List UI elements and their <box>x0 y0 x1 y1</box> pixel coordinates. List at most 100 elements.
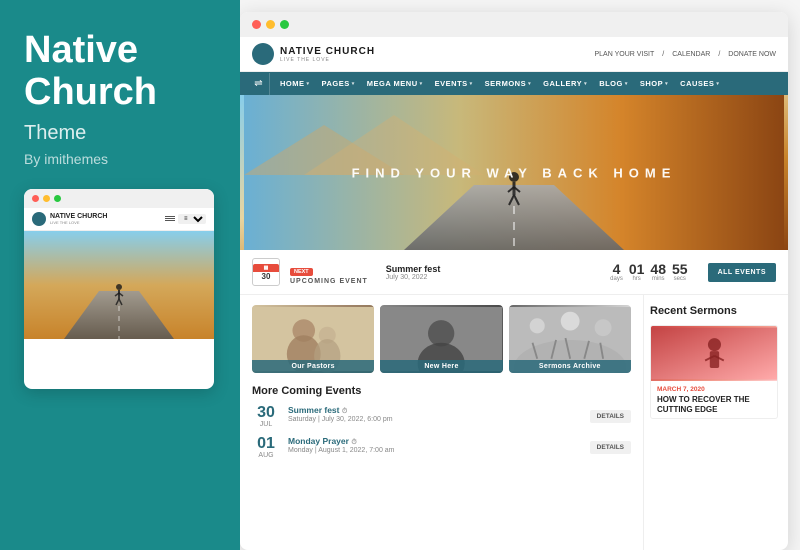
desktop-logo-text: NATIVE CHURCH <box>280 46 375 57</box>
hrs-num: 01 <box>629 262 645 276</box>
sermon-title: HOW TO RECOVER THE CUTTING EDGE <box>657 395 771 414</box>
sermon-image <box>651 326 777 381</box>
all-events-button[interactable]: ALL EVENTS <box>708 263 776 282</box>
mobile-preview: NATIVE CHURCH LIVE THE LOVE ≡ O D I G Y … <box>24 189 214 389</box>
menu-pages[interactable]: PAGES ▾ <box>316 72 361 95</box>
donate-link[interactable]: DONATE NOW <box>728 51 776 58</box>
menu-blog[interactable]: BLOG ▾ <box>593 72 634 95</box>
count-days: 4 days <box>610 262 623 282</box>
mobile-select[interactable]: ≡ <box>178 214 206 224</box>
mobile-logo-icon <box>32 212 46 226</box>
event-day-2: 01 <box>257 436 275 452</box>
desktop-dots <box>240 12 788 37</box>
desktop-logo-icon <box>252 43 274 65</box>
right-panel: NATIVE CHURCH LIVE THE LOVE PLAN YOUR VI… <box>240 0 800 550</box>
secs-num: 55 <box>672 262 688 276</box>
new-here-label: New Here <box>380 360 502 373</box>
menu-home[interactable]: HOME ▾ <box>274 72 316 95</box>
event-datetime-1: Saturday | July 30, 2022, 6:00 pm <box>288 416 582 423</box>
mobile-hero: O D I G Y O U R W A Y B A C K H <box>24 231 214 339</box>
calendar-icon: ▦ 30 <box>252 258 280 286</box>
mobile-logo: NATIVE CHURCH LIVE THE LOVE <box>32 212 107 226</box>
event-info-1: Summer fest ⏱ Saturday | July 30, 2022, … <box>288 405 582 423</box>
desktop-menu: ⇌ HOME ▾ PAGES ▾ MEGA MENU ▾ EVENTS ▾ SE… <box>240 72 788 95</box>
event-item-1: 30 JUL Summer fest ⏱ Saturday | July 30,… <box>252 405 631 428</box>
theme-title: Native Church Theme By imithemes <box>24 30 216 167</box>
menu-events[interactable]: EVENTS ▾ <box>429 72 479 95</box>
dot-green-desktop <box>280 20 289 29</box>
dot-yellow-desktop <box>266 20 275 29</box>
countdown: 4 days 01 hrs 48 mins 55 secs <box>610 262 687 282</box>
share-icon[interactable]: ⇌ <box>248 73 270 95</box>
title-line2: Church <box>24 71 157 113</box>
separator2: / <box>718 51 720 58</box>
menu-shop[interactable]: SHOP ▾ <box>634 72 674 95</box>
event-name: Summer fest <box>386 264 441 274</box>
details-btn-1[interactable]: DETAILS <box>590 410 631 423</box>
event-title-2[interactable]: Monday Prayer ⏱ <box>288 436 582 447</box>
mins-num: 48 <box>650 262 666 276</box>
sermons-archive-card[interactable]: Sermons Archive <box>509 305 631 373</box>
event-info-2: Monday Prayer ⏱ Monday | August 1, 2022,… <box>288 436 582 454</box>
cal-top: ▦ <box>253 264 279 272</box>
menu-causes[interactable]: CAUSES ▾ <box>674 72 725 95</box>
theme-subtitle: Theme <box>24 122 216 145</box>
dot-red-desktop <box>252 20 261 29</box>
sermons-archive-label: Sermons Archive <box>509 360 631 373</box>
new-here-card[interactable]: New Here <box>380 305 502 373</box>
mobile-nav: NATIVE CHURCH LIVE THE LOVE ≡ <box>24 208 214 231</box>
sermon-date: MARCH 7, 2020 <box>657 386 771 393</box>
menu-sermons[interactable]: SERMONS ▾ <box>479 72 537 95</box>
more-events-title: More Coming Events <box>252 385 631 397</box>
event-details: Summer fest July 30, 2022 <box>386 264 441 281</box>
theme-by: By imithemes <box>24 151 216 167</box>
upcoming-label: UPCOMING EVENT <box>290 278 368 285</box>
event-date-block-1: 30 JUL <box>252 405 280 428</box>
content-left: Our Pastors New Here <box>240 295 643 550</box>
event-month-1: JUL <box>260 421 272 428</box>
count-hrs: 01 hrs <box>629 262 645 282</box>
event-day-1: 30 <box>257 405 275 421</box>
event-date-block-2: 01 AUG <box>252 436 280 459</box>
desktop-logo: NATIVE CHURCH LIVE THE LOVE <box>252 43 375 65</box>
recent-sermons-title: Recent Sermons <box>650 305 778 317</box>
dot-green <box>54 195 61 202</box>
next-badge-container: NEXT UPCOMING EVENT <box>290 260 368 285</box>
plan-visit-link[interactable]: PLAN YOUR VISIT <box>594 51 654 58</box>
dot-yellow <box>43 195 50 202</box>
menu-mega[interactable]: MEGA MENU ▾ <box>361 72 429 95</box>
mobile-logo-tagline: LIVE THE LOVE <box>50 220 107 225</box>
event-datetime-2: Monday | August 1, 2022, 7:00 am <box>288 447 582 454</box>
desktop-top-links: PLAN YOUR VISIT / CALENDAR / DONATE NOW <box>594 51 776 58</box>
hamburger-icon[interactable] <box>165 215 175 222</box>
count-secs: 55 secs <box>672 262 688 282</box>
our-pastors-card[interactable]: Our Pastors <box>252 305 374 373</box>
mobile-dots <box>24 189 214 208</box>
desktop-nav: NATIVE CHURCH LIVE THE LOVE PLAN YOUR VI… <box>240 37 788 72</box>
image-cards: Our Pastors New Here <box>252 305 631 373</box>
desktop-preview: NATIVE CHURCH LIVE THE LOVE PLAN YOUR VI… <box>240 12 788 550</box>
separator1: / <box>662 51 664 58</box>
dot-red <box>32 195 39 202</box>
count-mins: 48 mins <box>650 262 666 282</box>
desktop-hero: FIND YOUR WAY BACK HOME <box>240 95 788 250</box>
clock-icon-2: ⏱ <box>351 439 356 446</box>
event-title-1[interactable]: Summer fest ⏱ <box>288 405 582 416</box>
event-month-2: AUG <box>258 452 273 459</box>
desktop-logo-tagline: LIVE THE LOVE <box>280 57 375 63</box>
title-line1: Native <box>24 29 138 71</box>
mobile-nav-right: ≡ <box>165 214 206 224</box>
menu-gallery[interactable]: GALLERY ▾ <box>537 72 593 95</box>
sermon-card[interactable]: MARCH 7, 2020 HOW TO RECOVER THE CUTTING… <box>650 325 778 419</box>
days-num: 4 <box>613 262 621 276</box>
hero-text: FIND YOUR WAY BACK HOME <box>352 165 677 180</box>
clock-icon-1: ⏱ <box>342 408 347 415</box>
content-area: Our Pastors New Here <box>240 295 788 550</box>
calendar-link[interactable]: CALENDAR <box>672 51 710 58</box>
event-date-bar: July 30, 2022 <box>386 274 441 281</box>
our-pastors-label: Our Pastors <box>252 360 374 373</box>
event-item-2: 01 AUG Monday Prayer ⏱ Monday | August 1… <box>252 436 631 459</box>
details-btn-2[interactable]: DETAILS <box>590 441 631 454</box>
content-right: Recent Sermons <box>643 295 788 550</box>
events-bar: ▦ 30 NEXT UPCOMING EVENT Summer fest Jul… <box>240 250 788 295</box>
